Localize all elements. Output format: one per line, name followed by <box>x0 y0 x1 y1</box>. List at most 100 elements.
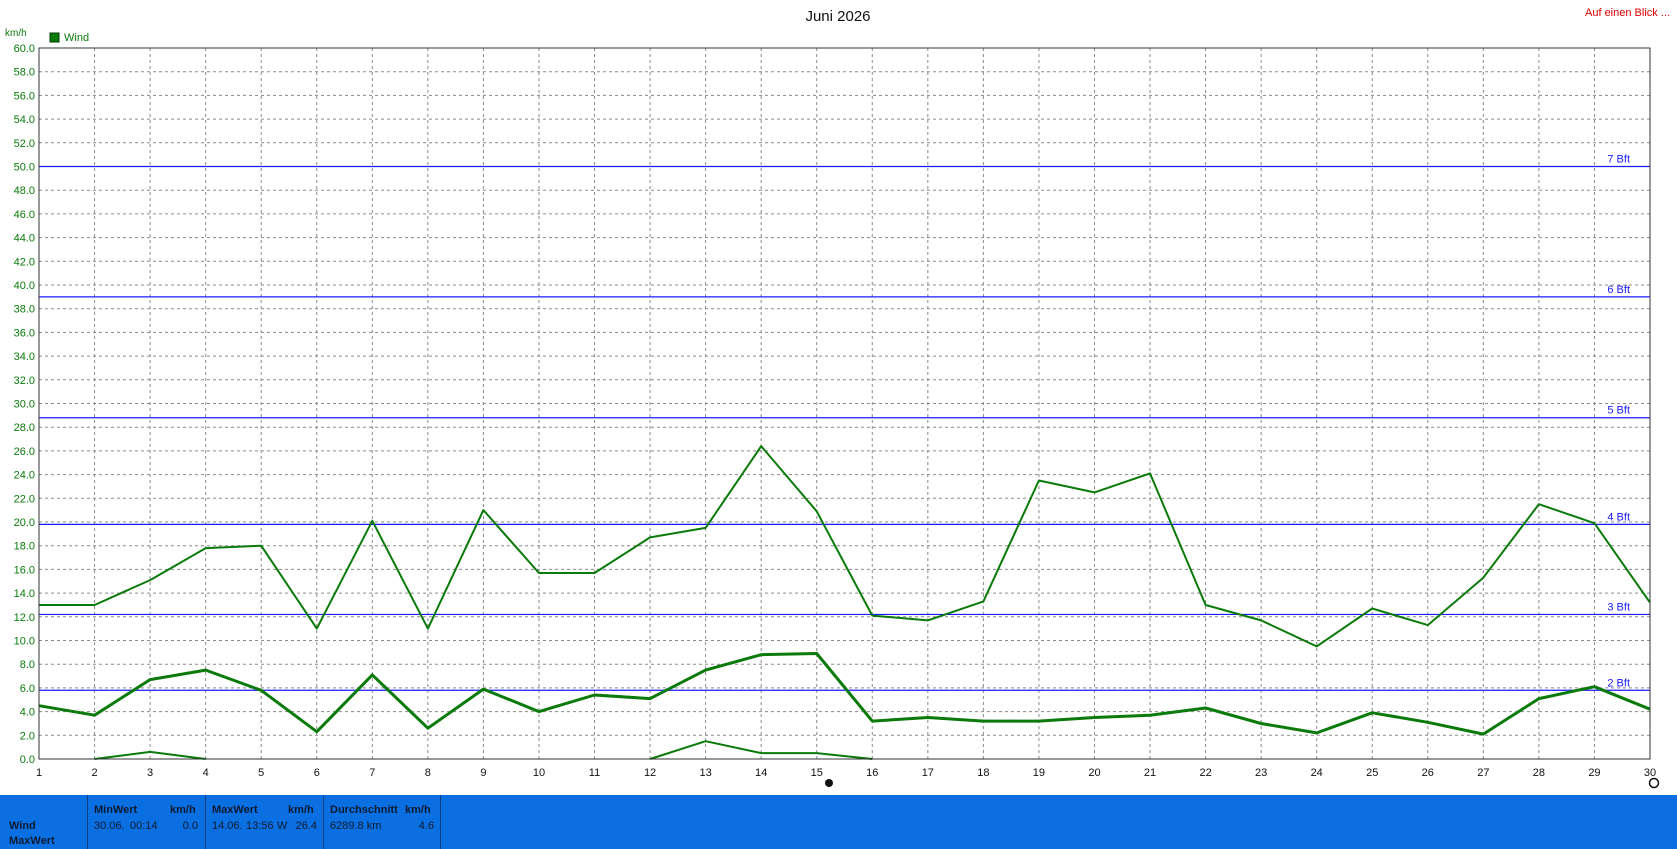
beaufort-label: 3 Bft <box>1607 601 1630 613</box>
min-header: MinWert <box>94 804 138 816</box>
y-tick-label: 14.0 <box>14 588 35 600</box>
x-tick-label: 26 <box>1422 767 1434 779</box>
y-tick-label: 20.0 <box>14 517 35 529</box>
y-tick-label: 12.0 <box>14 612 35 624</box>
x-tick-label: 20 <box>1088 767 1100 779</box>
max-header: MaxWert <box>212 804 258 816</box>
beaufort-label: 6 Bft <box>1607 284 1630 296</box>
today-marker-icon <box>825 779 833 787</box>
series-line-avg <box>38 652 1651 736</box>
max-unit: km/h <box>288 804 314 816</box>
x-tick-label: 2 <box>91 767 97 779</box>
x-tick-label: 23 <box>1255 767 1267 779</box>
x-tick-label: 16 <box>866 767 878 779</box>
y-tick-label: 40.0 <box>14 280 35 292</box>
y-tick-label: 54.0 <box>14 114 35 126</box>
avg-distance: 6289.8 km <box>330 820 382 832</box>
y-tick-label: 42.0 <box>14 256 35 268</box>
y-tick-label: 56.0 <box>14 90 35 102</box>
max-time: 13:56 <box>246 820 274 832</box>
y-tick-label: 22.0 <box>14 493 35 505</box>
x-tick-label: 3 <box>147 767 153 779</box>
y-tick-label: 48.0 <box>14 185 35 197</box>
x-tick-label: 27 <box>1477 767 1489 779</box>
x-tick-label: 28 <box>1533 767 1545 779</box>
x-tick-label: 12 <box>644 767 656 779</box>
avg-value: 4.6 <box>418 820 434 832</box>
max-value: 26.4 <box>295 820 317 832</box>
x-tick-label: 6 <box>314 767 320 779</box>
y-tick-label: 52.0 <box>14 138 35 150</box>
auf-einen-blick-link[interactable]: Auf einen Blick ... <box>1585 7 1670 19</box>
wind-chart: Juni 2026 Auf einen Blick ... km/h Wind … <box>5 7 1670 789</box>
y-tick-label: 16.0 <box>14 564 35 576</box>
x-tick-label: 14 <box>755 767 767 779</box>
max-direction: W <box>277 820 288 832</box>
avg-unit: km/h <box>405 804 431 816</box>
y-tick-label: 4.0 <box>20 707 35 719</box>
y-axis-unit: km/h <box>5 28 27 39</box>
min-value: 0.0 <box>182 820 198 832</box>
y-tick-label: 44.0 <box>14 233 35 245</box>
y-tick-label: 34.0 <box>14 351 35 363</box>
min-date: 30.06. <box>94 820 125 832</box>
grid <box>39 48 1650 759</box>
x-tick-label: 7 <box>369 767 375 779</box>
y-tick-label: 60.0 <box>14 43 35 55</box>
x-tick-label: 17 <box>922 767 934 779</box>
x-tick-label: 11 <box>589 767 600 779</box>
min-time: 00:14 <box>130 820 158 832</box>
y-tick-label: 46.0 <box>14 209 35 221</box>
x-tick-label: 15 <box>811 767 823 779</box>
x-tick-label: 5 <box>258 767 264 779</box>
stats-panel: Wind MaxWert MinWert km/h 30.06. 00:14 0… <box>0 795 1677 849</box>
stats-min-cell: MinWert km/h 30.06. 00:14 0.0 <box>88 795 206 849</box>
stats-max-cell: MaxWert km/h 14.06. 13:56 W 26.4 <box>206 795 324 849</box>
x-tick-label: 8 <box>425 767 431 779</box>
y-tick-label: 8.0 <box>20 659 35 671</box>
y-tick-label: 38.0 <box>14 304 35 316</box>
x-tick-label: 10 <box>533 767 545 779</box>
x-tick-label: 19 <box>1033 767 1045 779</box>
y-tick-label: 0.0 <box>20 754 35 766</box>
legend-swatch <box>49 32 60 43</box>
y-tick-label: 6.0 <box>20 683 35 695</box>
end-marker-icon <box>1648 777 1660 789</box>
chart-title: Juni 2026 <box>805 8 870 25</box>
x-tick-label: 30 <box>1644 767 1656 779</box>
x-tick-label: 21 <box>1144 767 1156 779</box>
y-tick-label: 2.0 <box>20 730 35 742</box>
x-tick-label: 18 <box>977 767 989 779</box>
x-tick-label: 25 <box>1366 767 1378 779</box>
min-unit: km/h <box>170 804 196 816</box>
x-tick-label: 24 <box>1311 767 1323 779</box>
x-tick-label: 1 <box>36 767 42 779</box>
beaufort-label: 2 Bft <box>1607 677 1630 689</box>
y-tick-label: 30.0 <box>14 399 35 411</box>
axes: 0.0 2.0 4.0 6.0 8.0 10.0 12.0 14.0 16.0 18.0 20.0 2… <box>14 43 1657 779</box>
stats-row-wind: Wind <box>9 820 36 832</box>
stats-row-labels: Wind MaxWert <box>0 795 88 849</box>
beaufort-label: 7 Bft <box>1607 154 1630 166</box>
x-tick-label: 13 <box>699 767 711 779</box>
y-tick-label: 32.0 <box>14 375 35 387</box>
stats-row-maxwert: MaxWert <box>9 835 55 847</box>
y-tick-label: 24.0 <box>14 470 35 482</box>
x-tick-label: 9 <box>480 767 486 779</box>
stats-avg-cell: Durchschnitt km/h 6289.8 km 4.6 <box>324 795 441 849</box>
y-tick-label: 18.0 <box>14 541 35 553</box>
max-date: 14.06. <box>212 820 243 832</box>
legend-label: Wind <box>64 32 89 44</box>
beaufort-label: 4 Bft <box>1607 511 1630 523</box>
y-tick-label: 58.0 <box>14 67 35 79</box>
avg-header: Durchschnitt <box>330 804 398 816</box>
x-tick-label: 29 <box>1588 767 1600 779</box>
x-tick-label: 22 <box>1199 767 1211 779</box>
y-tick-label: 50.0 <box>14 162 35 174</box>
y-tick-label: 10.0 <box>14 636 35 648</box>
y-tick-label: 26.0 <box>14 446 35 458</box>
beaufort-lines: 2 Bft 3 Bft 4 Bft 5 Bft 6 Bft 7 Bft <box>39 154 1650 691</box>
y-tick-label: 28.0 <box>14 422 35 434</box>
beaufort-label: 5 Bft <box>1607 405 1630 417</box>
y-tick-label: 36.0 <box>14 327 35 339</box>
